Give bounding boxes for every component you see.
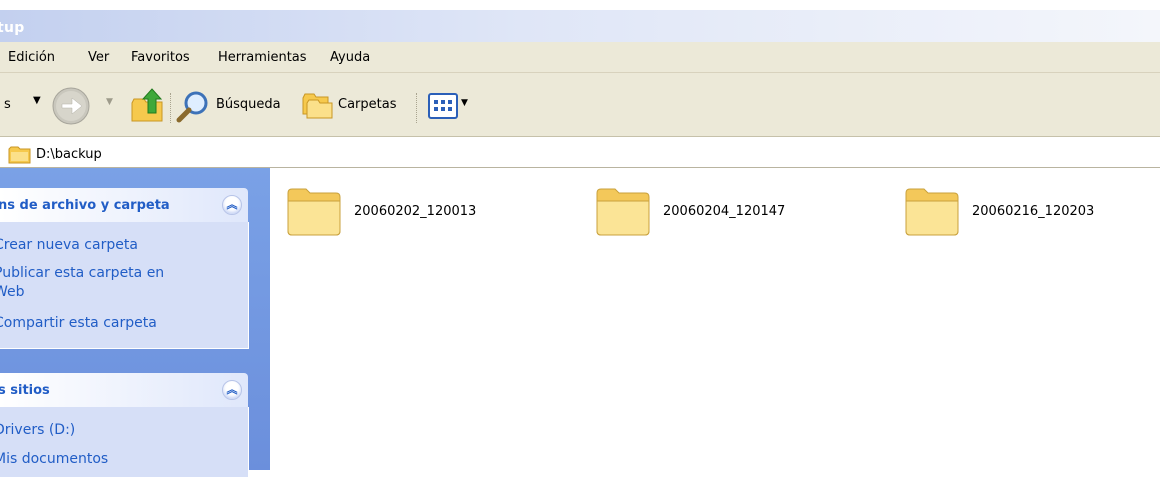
folder-item[interactable]: 20060216_120203 bbox=[902, 181, 1094, 241]
folder-icon bbox=[8, 146, 31, 164]
search-button[interactable] bbox=[176, 89, 212, 129]
menu-bar: Edición Ver Favoritos Herramientas Ayuda bbox=[0, 42, 1160, 73]
window-title: tup bbox=[0, 20, 25, 36]
file-folder-tasks-header[interactable]: ns de archivo y carpeta ︽ bbox=[0, 188, 248, 222]
back-dropdown-arrow-icon[interactable]: ▼ bbox=[33, 95, 41, 106]
folders-icon bbox=[302, 93, 333, 119]
folder-icon bbox=[596, 188, 650, 236]
task-pane: ns de archivo y carpeta ︽ Crear nueva ca… bbox=[0, 168, 270, 478]
menu-favoritos[interactable]: Favoritos bbox=[131, 50, 190, 65]
toolbar-separator bbox=[416, 93, 419, 123]
file-folder-tasks-title: ns de archivo y carpeta bbox=[0, 198, 170, 213]
menu-ayuda[interactable]: Ayuda bbox=[330, 50, 370, 65]
address-bar[interactable]: D:\backup bbox=[0, 137, 1160, 168]
my-documents-link[interactable]: Mis documentos bbox=[0, 449, 108, 469]
other-places-body: Drivers (D:) Mis documentos bbox=[0, 407, 249, 478]
folders-button[interactable] bbox=[301, 90, 335, 124]
file-folder-tasks-body: Crear nueva carpeta Publicar esta carpet… bbox=[0, 222, 249, 349]
drivers-d-link[interactable]: Drivers (D:) bbox=[0, 420, 75, 440]
search-label[interactable]: Búsqueda bbox=[216, 97, 281, 112]
search-icon bbox=[176, 91, 208, 123]
folder-name[interactable]: 20060204_120147 bbox=[663, 204, 785, 219]
up-folder-button[interactable] bbox=[128, 85, 168, 129]
up-folder-icon bbox=[131, 88, 163, 122]
toolbar: s ▼ ▼ Búsqueda Carpetas ▼ bbox=[0, 73, 1160, 137]
menu-ver[interactable]: Ver bbox=[88, 50, 109, 65]
collapse-chevron-icon[interactable]: ︽ bbox=[222, 195, 242, 215]
forward-arrow-icon bbox=[52, 87, 90, 125]
share-folder-link[interactable]: Compartir esta carpeta bbox=[0, 313, 157, 333]
folder-item[interactable]: 20060202_120013 bbox=[284, 181, 476, 241]
address-path[interactable]: D:\backup bbox=[36, 147, 102, 162]
publish-folder-link[interactable]: Publicar esta carpeta en bbox=[0, 263, 164, 283]
menu-herramientas[interactable]: Herramientas bbox=[218, 50, 307, 65]
publish-folder-link-web[interactable]: Web bbox=[0, 282, 25, 302]
collapse-chevron-icon[interactable]: ︽ bbox=[222, 380, 242, 400]
folder-icon bbox=[905, 188, 959, 236]
create-folder-link[interactable]: Crear nueva carpeta bbox=[0, 235, 138, 255]
other-places-title: s sitios bbox=[0, 383, 50, 398]
folder-name[interactable]: 20060202_120013 bbox=[354, 204, 476, 219]
forward-dropdown-arrow-icon[interactable]: ▼ bbox=[106, 97, 113, 107]
folder-item[interactable]: 20060204_120147 bbox=[593, 181, 785, 241]
title-bar: tup bbox=[0, 10, 1160, 42]
folder-view: 20060202_120013 20060204_120147 20060216… bbox=[270, 168, 1160, 470]
other-places-header[interactable]: s sitios ︽ bbox=[0, 373, 248, 407]
views-dropdown-arrow-icon[interactable]: ▼ bbox=[461, 98, 468, 108]
menu-edicion[interactable]: Edición bbox=[8, 50, 55, 65]
views-button[interactable] bbox=[428, 93, 458, 123]
folders-label[interactable]: Carpetas bbox=[338, 97, 396, 112]
toolbar-separator bbox=[170, 93, 173, 123]
views-icon bbox=[428, 93, 458, 119]
folder-name[interactable]: 20060216_120203 bbox=[972, 204, 1094, 219]
back-button-label[interactable]: s bbox=[4, 97, 11, 112]
folder-icon bbox=[287, 188, 341, 236]
forward-button[interactable] bbox=[50, 85, 92, 131]
